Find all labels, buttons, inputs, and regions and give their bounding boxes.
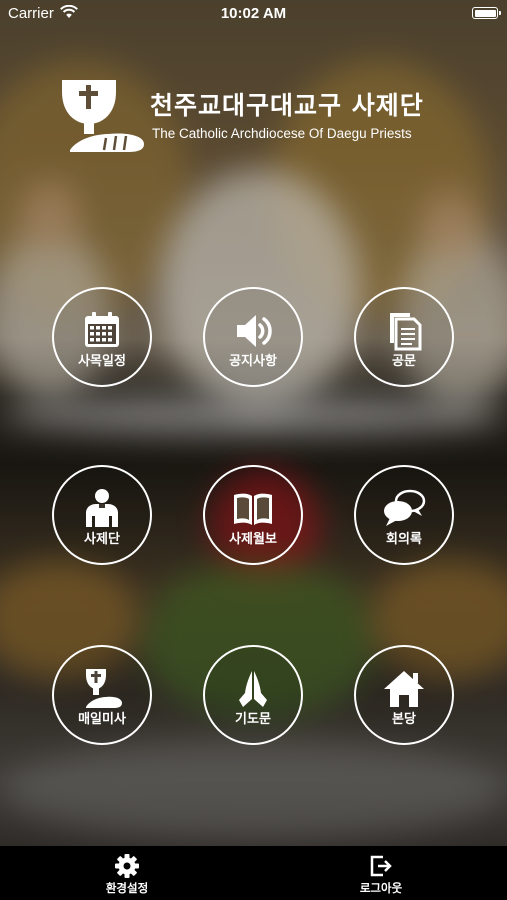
menu-label: 공지사항 <box>229 354 277 369</box>
gear-icon <box>115 854 139 878</box>
settings-tab[interactable]: 환경설정 <box>62 846 192 900</box>
documents-icon <box>390 313 422 351</box>
logout-tab[interactable]: 로그아웃 <box>316 846 446 900</box>
praying-hands-icon <box>239 671 267 707</box>
menu-label: 사제단 <box>84 532 120 547</box>
menu-label: 기도문 <box>235 712 271 727</box>
priest-icon <box>86 489 118 527</box>
settings-tab-label: 환경설정 <box>105 881 149 895</box>
home-icon <box>384 671 424 707</box>
menu-button-priest-monthly[interactable]: 사제월보 <box>203 465 303 565</box>
speaker-icon <box>237 315 272 347</box>
logout-icon <box>370 855 392 877</box>
clock: 10:02 AM <box>220 5 287 22</box>
menu-button-official-documents[interactable]: 공문 <box>354 287 454 387</box>
menu-button-meeting-minutes[interactable]: 회의록 <box>354 465 454 565</box>
menu-label: 본당 <box>392 712 416 727</box>
menu-button-parish[interactable]: 본당 <box>354 645 454 745</box>
battery-icon <box>472 7 501 19</box>
logout-tab-label: 로그아웃 <box>359 881 403 895</box>
menu-button-daily-mass[interactable]: 매일미사 <box>52 645 152 745</box>
menu-button-pastoral-schedule[interactable]: 사목일정 <box>52 287 152 387</box>
menu-label: 회의록 <box>386 532 422 547</box>
calendar-icon <box>85 312 119 347</box>
chalice-bread-icon <box>86 669 122 708</box>
main-menu-grid: 사목일정 공지사항 공문 사제단 사제월보 회의록 매일미사 기도문 본당 <box>0 0 507 846</box>
menu-button-notices[interactable]: 공지사항 <box>203 287 303 387</box>
menu-label: 공문 <box>392 354 416 369</box>
menu-label: 사제월보 <box>229 532 277 547</box>
menu-label: 사목일정 <box>78 354 126 369</box>
menu-button-prayers[interactable]: 기도문 <box>203 645 303 745</box>
chat-bubbles-icon <box>384 489 426 526</box>
menu-button-priests[interactable]: 사제단 <box>52 465 152 565</box>
status-bar: Carrier 10:02 AM <box>0 0 507 28</box>
menu-label: 매일미사 <box>78 712 126 727</box>
bottom-tab-bar: 환경설정 로그아웃 <box>0 846 507 900</box>
open-book-icon <box>234 493 272 525</box>
